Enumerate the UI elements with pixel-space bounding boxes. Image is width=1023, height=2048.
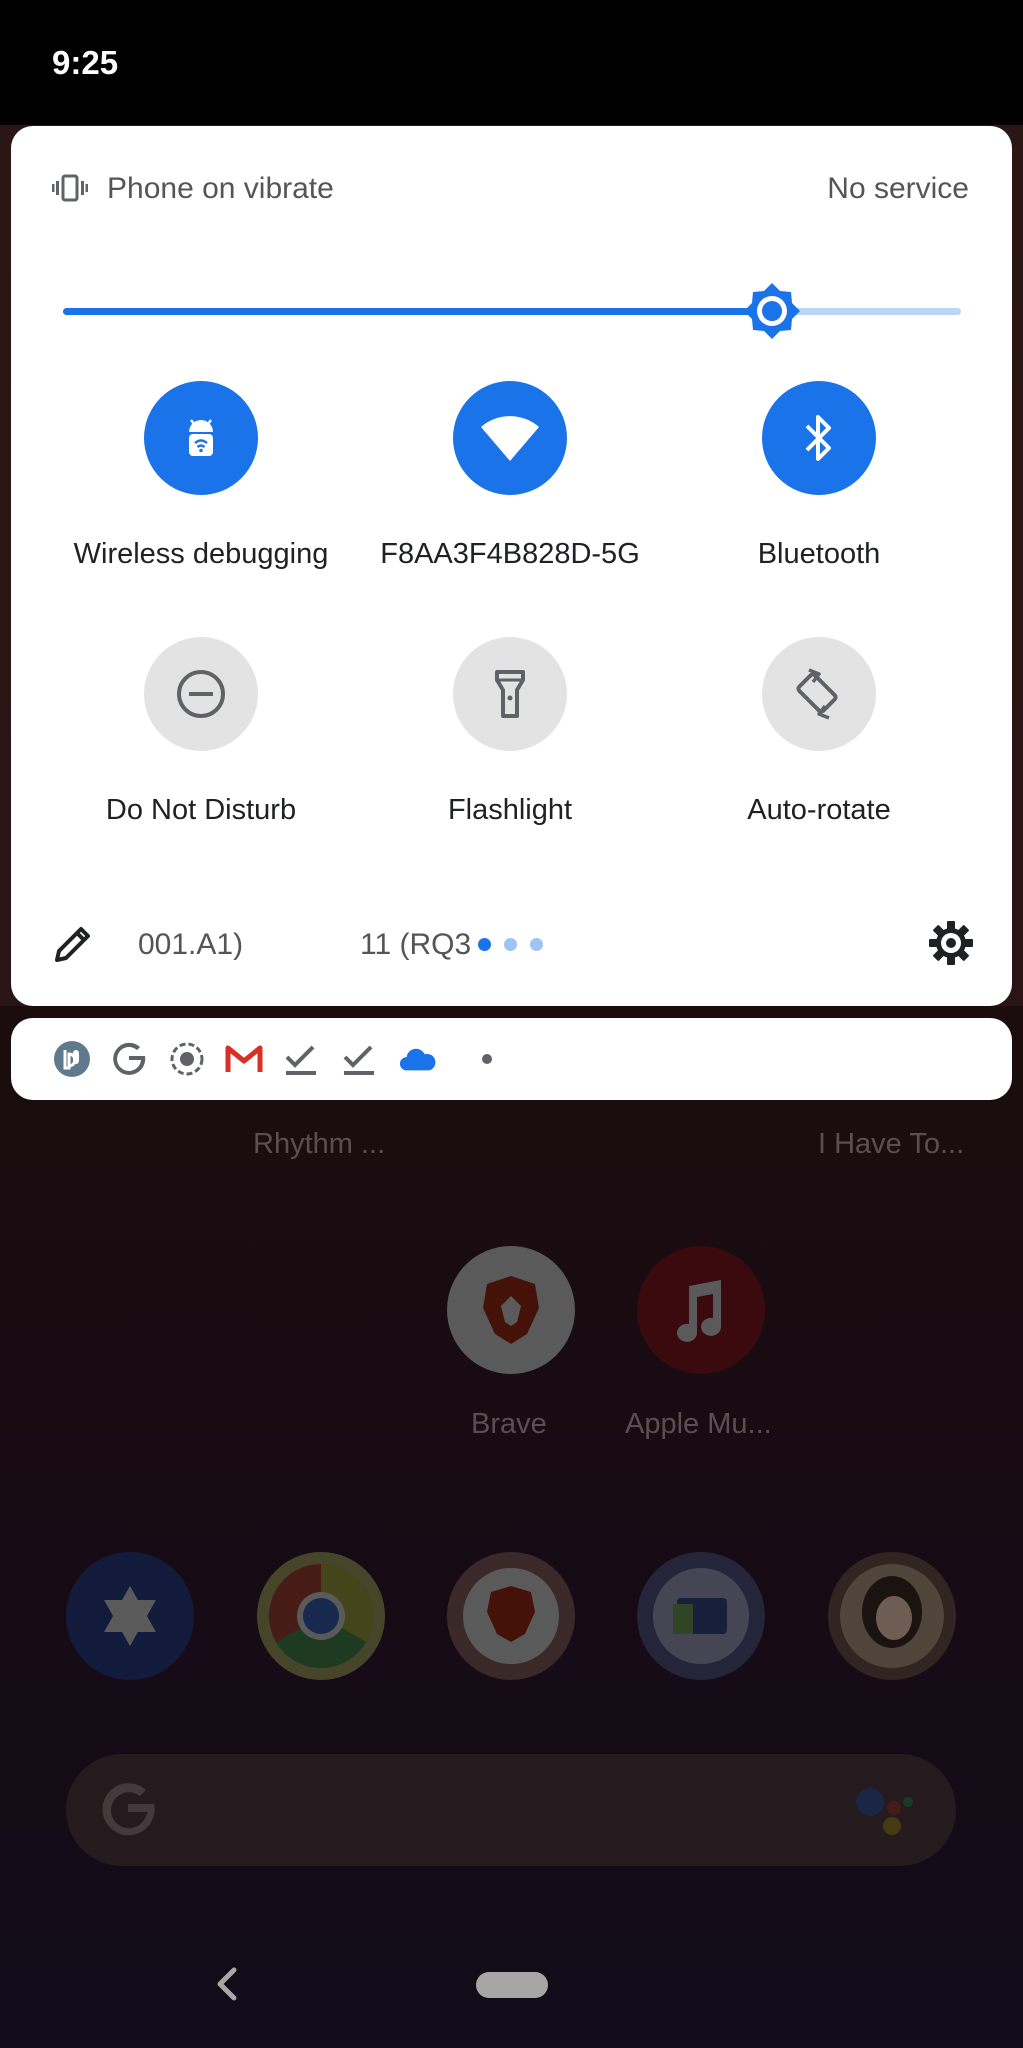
dock-contact-photo[interactable] bbox=[828, 1552, 956, 1680]
widget-label-i-have-to[interactable]: I Have To... bbox=[818, 1128, 964, 1161]
back-button[interactable] bbox=[212, 1964, 240, 2004]
page-dot-2 bbox=[504, 938, 517, 951]
google-search-bar[interactable] bbox=[66, 1754, 956, 1866]
vibrate-icon bbox=[52, 174, 88, 202]
task-done-icon bbox=[340, 1040, 378, 1078]
contact-photo-icon bbox=[840, 1564, 944, 1668]
wifi-icon bbox=[481, 416, 539, 461]
page-dot-3 bbox=[530, 938, 543, 951]
ringer-status-text[interactable]: Phone on vibrate bbox=[107, 172, 334, 206]
build-number-text-1[interactable]: 001.A1) bbox=[138, 928, 243, 962]
brave-icon bbox=[483, 1276, 539, 1344]
brightness-track-fill[interactable] bbox=[63, 308, 773, 315]
network-status-text: No service bbox=[827, 172, 969, 205]
star-of-david-app-icon bbox=[104, 1586, 156, 1646]
brave-app-icon[interactable] bbox=[447, 1246, 575, 1374]
tile-label-wireless-debugging: Wireless debugging bbox=[73, 538, 329, 570]
brave-icon bbox=[463, 1568, 559, 1664]
screen-record-icon bbox=[168, 1040, 206, 1078]
task-done-icon bbox=[282, 1040, 320, 1078]
google-assistant-icon[interactable] bbox=[852, 1780, 922, 1840]
status-clock: 9:25 bbox=[52, 44, 119, 81]
dock-app-files[interactable] bbox=[637, 1552, 765, 1680]
auto-rotate-icon bbox=[796, 668, 838, 720]
scrim[interactable] bbox=[0, 1006, 1023, 2048]
more-dot-icon bbox=[468, 1040, 506, 1078]
edit-pencil-icon[interactable] bbox=[51, 922, 95, 966]
tile-circle-wireless-debugging[interactable] bbox=[144, 381, 258, 495]
pocket-casts-icon bbox=[53, 1040, 91, 1078]
home-button[interactable] bbox=[476, 1972, 548, 1998]
tile-label-wifi: F8AA3F4B828D-5G bbox=[380, 538, 640, 570]
chrome-icon bbox=[269, 1564, 373, 1668]
app-label-brave: Brave bbox=[471, 1408, 547, 1440]
status-bar: 9:25 bbox=[0, 0, 1023, 125]
apple-music-icon bbox=[677, 1280, 722, 1342]
tile-circle-auto-rotate[interactable] bbox=[762, 637, 876, 751]
dock-app-brave[interactable] bbox=[447, 1552, 575, 1680]
do-not-disturb-icon bbox=[177, 670, 225, 718]
tile-label-auto-rotate: Auto-rotate bbox=[747, 794, 891, 826]
build-number-text-2[interactable]: 11 (RQ3 bbox=[360, 928, 478, 962]
bluetooth-icon bbox=[805, 415, 831, 461]
page-dot-1 bbox=[478, 938, 491, 951]
notification-icon-strip[interactable] bbox=[11, 1018, 1012, 1100]
quick-settings-panel: Phone on vibrate No service Wireless deb… bbox=[11, 126, 1012, 1006]
tile-circle-bluetooth[interactable] bbox=[762, 381, 876, 495]
apple-music-app-icon[interactable] bbox=[637, 1246, 765, 1374]
cloud-icon bbox=[399, 1040, 437, 1078]
tile-circle-do-not-disturb[interactable] bbox=[144, 637, 258, 751]
tile-label-flashlight: Flashlight bbox=[447, 794, 573, 826]
files-icon bbox=[653, 1568, 749, 1664]
widget-label-rhythm[interactable]: Rhythm ... bbox=[253, 1128, 385, 1161]
app-label-apple-music: Apple Mu... bbox=[625, 1408, 772, 1440]
tile-circle-flashlight[interactable] bbox=[453, 637, 567, 751]
android-debug-icon bbox=[189, 419, 213, 456]
tile-label-bluetooth: Bluetooth bbox=[757, 538, 881, 570]
tile-circle-wifi[interactable] bbox=[453, 381, 567, 495]
google-icon bbox=[110, 1040, 148, 1078]
brightness-sun-icon[interactable] bbox=[742, 281, 802, 341]
google-g-icon bbox=[102, 1783, 155, 1836]
gmail-icon bbox=[225, 1040, 263, 1078]
tile-label-do-not-disturb: Do Not Disturb bbox=[105, 794, 297, 826]
dock-app-chrome[interactable] bbox=[257, 1552, 385, 1680]
settings-gear-icon[interactable] bbox=[926, 918, 976, 968]
flashlight-icon bbox=[495, 670, 525, 718]
dock-app-star[interactable] bbox=[66, 1552, 194, 1680]
